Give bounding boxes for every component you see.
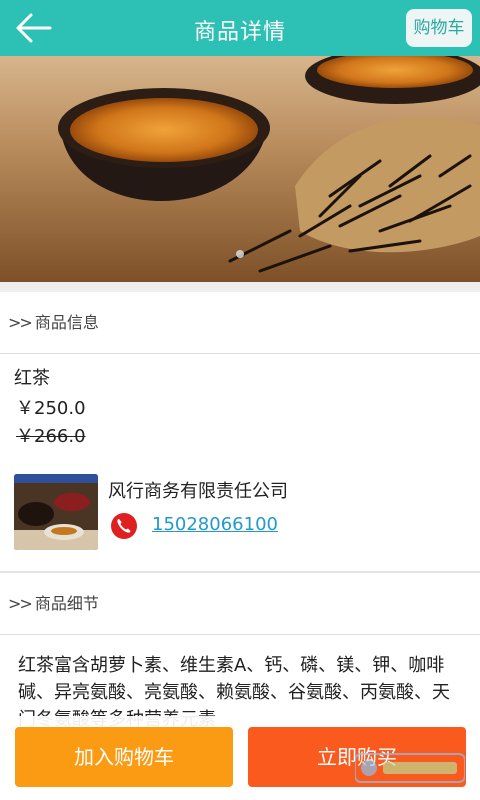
cart-button[interactable]: 购物车	[406, 9, 472, 47]
shop-name[interactable]: 风行商务有限责任公司	[108, 477, 288, 503]
section-header-detail: >> 商品细节	[0, 573, 480, 635]
phone-icon[interactable]	[111, 513, 137, 539]
watermark-logo	[355, 753, 465, 783]
phone-number-link[interactable]: 15028066100	[152, 514, 278, 535]
add-to-cart-button[interactable]: 加入购物车	[15, 727, 233, 787]
product-original-price: ￥266.0	[16, 426, 86, 447]
banner-divider	[0, 282, 480, 292]
section-title-detail: 商品细节	[34, 594, 99, 613]
double-chevron-icon: >>	[8, 313, 33, 332]
carousel-indicator[interactable]	[0, 243, 480, 262]
product-detail-screen: 商品详情 购物车 >> 商品信息 红茶 ￥250.0 ￥266.0 风行商务有限…	[0, 0, 480, 800]
product-name: 红茶	[14, 368, 50, 389]
shop-tea-image	[14, 474, 98, 550]
top-bar: 商品详情 购物车	[0, 0, 480, 56]
product-price: ￥250.0	[16, 398, 86, 419]
shop-thumbnail[interactable]	[14, 474, 98, 550]
section-title-info: 商品信息	[34, 313, 99, 332]
phone-handset-icon	[117, 519, 131, 533]
section-header-info: >> 商品信息	[0, 292, 480, 354]
carousel-dot[interactable]	[236, 250, 244, 258]
double-chevron-icon: >>	[8, 594, 33, 613]
product-banner-image[interactable]	[0, 56, 480, 282]
